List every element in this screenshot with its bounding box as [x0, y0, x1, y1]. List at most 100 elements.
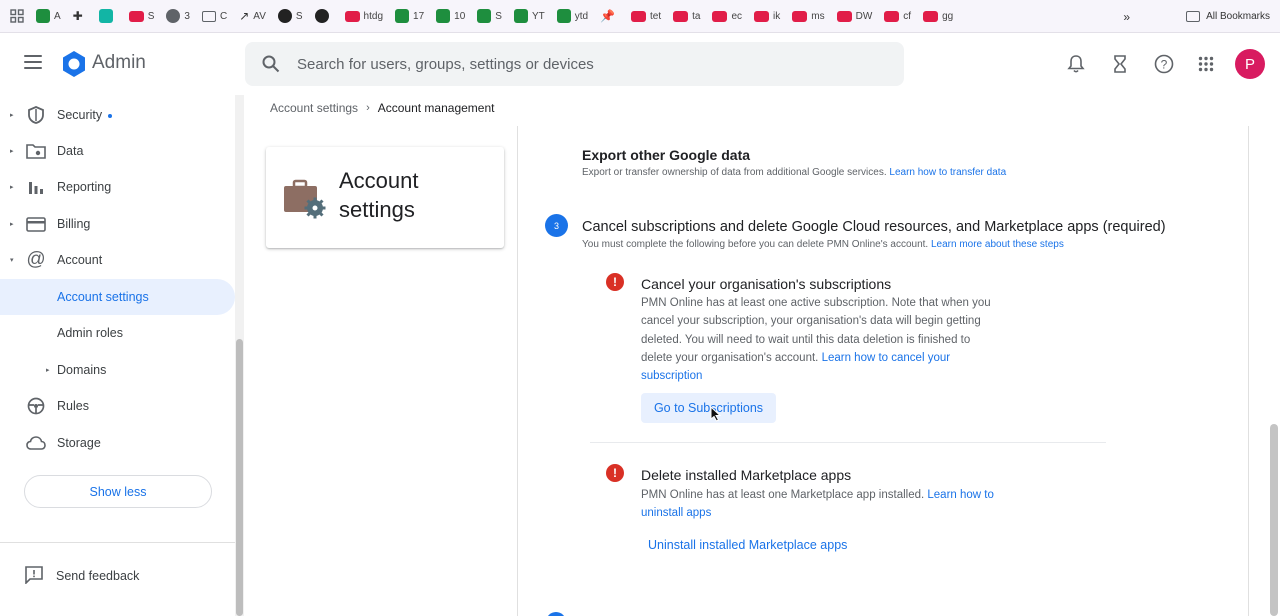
export-section-title: Export other Google data [582, 147, 751, 163]
breadcrumb-account-settings[interactable]: Account settings [270, 101, 358, 115]
sidebar-item-storage[interactable]: Storage [0, 425, 235, 461]
bookmark-item[interactable]: C [201, 0, 227, 32]
show-less-button[interactable]: Show less [24, 475, 212, 508]
account-avatar[interactable]: P [1235, 49, 1265, 79]
folder-icon [201, 10, 216, 22]
sidebar-item-label: Admin roles [57, 326, 123, 340]
globe-icon [166, 9, 181, 23]
learn-cancel-subscription-link[interactable]: Learn how to cancel your [822, 352, 951, 364]
search-bar[interactable] [245, 42, 904, 86]
bookmark-item[interactable]: ytd [556, 0, 588, 32]
sidebar-item-label: Data [57, 144, 84, 158]
bookmark-item[interactable] [98, 0, 117, 32]
expand-caret-icon[interactable]: ▸ [10, 183, 14, 191]
delete-marketplace-title: Delete installed Marketplace apps [641, 467, 852, 483]
svg-text:?: ? [1161, 58, 1168, 72]
main-menu-icon[interactable] [24, 55, 42, 69]
at-sign-icon: @ [26, 249, 46, 270]
send-feedback-link[interactable]: Send feedback [24, 565, 139, 587]
learn-cancel-subscription-link-cont[interactable]: subscription [641, 367, 1061, 385]
bookmark-item[interactable]: htdg [344, 0, 383, 32]
expand-caret-icon[interactable]: ▸ [10, 147, 14, 155]
all-bookmarks-folder-icon [1186, 11, 1201, 22]
main-scrollbar[interactable] [1270, 424, 1278, 616]
learn-transfer-data-link[interactable]: Learn how to transfer data [889, 167, 1006, 178]
bookmark-item[interactable]: ✚ [73, 0, 87, 32]
youtube-icon [792, 10, 808, 22]
sidebar-item-domains[interactable]: ▸ Domains [0, 352, 235, 388]
bookmark-item[interactable]: ↗ AV [239, 0, 266, 32]
all-bookmarks-link[interactable]: All Bookmarks [1206, 11, 1270, 22]
apps-launcher-icon[interactable] [1195, 53, 1217, 75]
sidebar-item-label: Domains [57, 363, 107, 377]
youtube-icon [128, 10, 144, 22]
expand-caret-icon[interactable]: ▸ [10, 111, 14, 119]
youtube-icon [344, 10, 360, 22]
bookmark-item[interactable]: cf [884, 0, 911, 32]
learn-more-steps-link[interactable]: Learn more about these steps [931, 239, 1064, 250]
hourglass-icon[interactable] [1109, 53, 1131, 75]
bookmark-item[interactable]: 3 [166, 0, 190, 32]
sidebar-item-label: Security [57, 108, 113, 122]
bookmarks-right: » All Bookmarks [1123, 0, 1270, 32]
bookmarks-overflow-icon[interactable]: » [1123, 10, 1130, 24]
bookmark-item[interactable]: ta [673, 0, 700, 32]
bookmark-item[interactable]: DW [836, 0, 872, 32]
help-icon[interactable]: ? [1153, 53, 1175, 75]
bookmark-item[interactable]: ec [712, 0, 742, 32]
app-title[interactable]: Admin [92, 52, 146, 74]
search-icon [262, 55, 280, 73]
bookmarks-bar: A ✚ S 3 C ↗ AV S htdg 17 10 S YT ytd 📌 te… [0, 0, 1280, 33]
sheets-icon [436, 9, 451, 23]
bookmark-apps[interactable] [10, 0, 24, 32]
expand-caret-icon[interactable]: ▸ [46, 366, 50, 374]
bookmark-item[interactable]: gg [923, 0, 953, 32]
cancel-subscriptions-title: Cancel your organisation's subscriptions [641, 276, 892, 292]
uninstall-marketplace-apps-button[interactable]: Uninstall installed Marketplace apps [641, 532, 854, 558]
bookmark-item[interactable]: 17 [395, 0, 424, 32]
expand-caret-icon[interactable]: ▸ [10, 220, 14, 228]
trend-icon: ↗ [239, 9, 250, 23]
cancel-subscriptions-text: PMN Online has at least one active subsc… [641, 294, 1061, 385]
collapse-caret-icon[interactable]: ▾ [10, 256, 14, 264]
learn-uninstall-apps-link[interactable]: Learn how to [927, 489, 994, 501]
delete-marketplace-text: PMN Online has at least one Marketplace … [641, 486, 1061, 523]
error-alert-icon: ! [606, 464, 624, 482]
bookmark-item[interactable]: 10 [436, 0, 465, 32]
sidebar-item-label: Reporting [57, 180, 112, 194]
steering-icon [26, 396, 46, 416]
sidebar-item-admin-roles[interactable]: Admin roles [0, 315, 235, 351]
bookmark-item[interactable]: S [477, 0, 502, 32]
card-title: Account settings [339, 168, 419, 222]
bookmark-item[interactable]: S [128, 0, 154, 32]
sidebar-item-rules[interactable]: Rules [0, 388, 235, 424]
bookmark-item[interactable]: ms [792, 0, 825, 32]
bookmark-item[interactable]: S [277, 0, 303, 32]
step3-desc: You must complete the following before y… [582, 239, 1064, 250]
bookmark-item[interactable]: 📌 [600, 0, 619, 32]
github-icon [314, 9, 329, 23]
sidebar-item-billing[interactable]: ▸ Billing [0, 206, 235, 242]
sidebar-item-account-settings[interactable]: Account settings [0, 279, 235, 315]
bookmark-item[interactable]: YT [513, 0, 545, 32]
feedback-icon [24, 565, 44, 587]
sidebar-item-security[interactable]: ▸ Security [0, 97, 235, 133]
youtube-icon [884, 10, 900, 22]
sidebar-item-reporting[interactable]: ▸ Reporting [0, 169, 235, 205]
sheets-icon [36, 9, 50, 23]
sidebar-item-data[interactable]: ▸ Data [0, 133, 235, 169]
bookmark-item[interactable]: tet [631, 0, 661, 32]
search-input[interactable] [297, 42, 877, 86]
sidebar-item-account[interactable]: ▾ @ Account [0, 242, 235, 278]
error-alert-icon: ! [606, 273, 624, 291]
sidebar-item-label: Storage [57, 436, 101, 450]
bookmark-item[interactable] [314, 0, 333, 32]
notifications-bell-icon[interactable] [1065, 53, 1087, 75]
bookmark-item[interactable]: ik [754, 0, 780, 32]
admin-logo-icon[interactable] [60, 50, 88, 78]
bookmark-item[interactable]: A [36, 0, 61, 32]
sidebar-scrollbar[interactable] [236, 339, 243, 616]
credit-card-icon [26, 214, 46, 234]
status-dot [108, 113, 113, 118]
learn-uninstall-apps-link-cont[interactable]: uninstall apps [641, 504, 1061, 522]
